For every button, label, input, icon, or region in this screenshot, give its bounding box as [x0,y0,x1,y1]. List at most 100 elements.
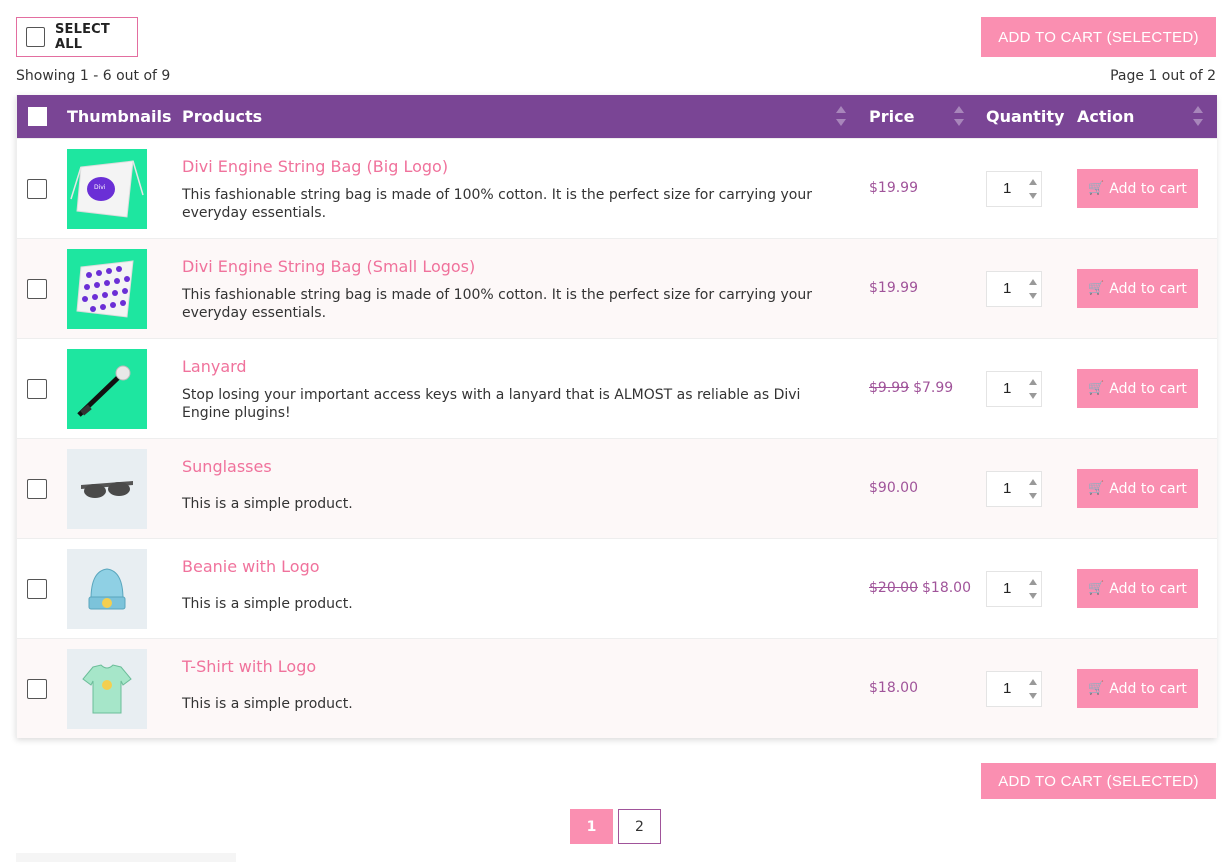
product-thumbnail[interactable] [67,349,147,429]
product-description: This is a simple product. [182,696,353,712]
quantity-value: 1 [1003,280,1012,297]
table-row: Lanyard Stop losing your important acces… [17,338,1217,438]
spinner-icon[interactable] [1029,379,1037,399]
row-checkbox[interactable] [27,679,47,699]
sort-icon[interactable] [836,106,846,126]
product-thumbnail[interactable] [67,249,147,329]
add-to-cart-label: Add to cart [1109,280,1187,297]
price-current: $90.00 [869,480,918,496]
table-row: Divi Divi Engine String Bag (Big Logo) T… [17,138,1217,238]
cart-icon: 🛒 [1088,681,1105,696]
quantity-value: 1 [1003,380,1012,397]
add-to-cart-button[interactable]: 🛒 Add to cart [1077,269,1198,308]
header-action: Action [1077,107,1135,126]
spinner-icon[interactable] [1029,579,1037,599]
cart-icon: 🛒 [1088,181,1105,196]
product-description: This fashionable string bag is made of 1… [182,287,812,321]
add-to-cart-label: Add to cart [1109,680,1187,697]
spinner-icon[interactable] [1029,479,1037,499]
sort-icon[interactable] [954,106,964,126]
price-current: $7.99 [913,380,954,396]
product-description: This is a simple product. [182,496,353,512]
select-all-toggle[interactable]: SELECT ALL [16,17,138,57]
product-price: $90.00 [869,480,918,496]
quantity-value: 1 [1003,480,1012,497]
footer-strip [16,853,236,862]
header-thumbnails: Thumbnails [67,107,172,126]
product-name-link[interactable]: Divi Engine String Bag (Small Logos) [182,257,475,276]
products-table: Thumbnails Products Price Quantity Actio… [16,95,1217,738]
table-header: Thumbnails Products Price Quantity Actio… [17,95,1217,138]
product-name-link[interactable]: Lanyard [182,357,247,376]
product-name-link[interactable]: Divi Engine String Bag (Big Logo) [182,157,448,176]
quantity-value: 1 [1003,580,1012,597]
add-to-cart-button[interactable]: 🛒 Add to cart [1077,169,1198,208]
table-row: Beanie with Logo This is a simple produc… [17,538,1217,638]
add-to-cart-button[interactable]: 🛒 Add to cart [1077,369,1198,408]
spinner-icon[interactable] [1029,679,1037,699]
row-checkbox[interactable] [27,479,47,499]
top-controls: SELECT ALL ADD TO CART (SELECTED) [16,17,1216,57]
header-products[interactable]: Products [182,95,262,138]
add-selected-to-cart-button-bottom[interactable]: ADD TO CART (SELECTED) [981,763,1216,799]
product-description: This is a simple product. [182,596,353,612]
select-all-label: SELECT ALL [54,22,110,52]
quantity-stepper[interactable]: 1 [986,671,1042,707]
quantity-stepper[interactable]: 1 [986,471,1042,507]
results-info: Showing 1 - 6 out of 9 Page 1 out of 2 [16,68,1216,86]
add-to-cart-label: Add to cart [1109,380,1187,397]
cart-icon: 🛒 [1088,481,1105,496]
product-name-link[interactable]: Beanie with Logo [182,557,320,576]
product-price: $9.99 $7.99 [869,380,953,396]
product-name-link[interactable]: Sunglasses [182,457,272,476]
product-name-link[interactable]: T-Shirt with Logo [182,657,316,676]
add-to-cart-button[interactable]: 🛒 Add to cart [1077,469,1198,508]
page-button-2[interactable]: 2 [618,809,661,844]
add-to-cart-button[interactable]: 🛒 Add to cart [1077,569,1198,608]
cart-icon: 🛒 [1088,281,1105,296]
price-current: $18.00 [922,580,971,596]
product-thumbnail[interactable]: Divi [67,149,147,229]
page-indicator: Page 1 out of 2 [1110,68,1216,84]
add-to-cart-label: Add to cart [1109,580,1187,597]
quantity-stepper[interactable]: 1 [986,571,1042,607]
row-checkbox[interactable] [27,379,47,399]
select-all-checkbox[interactable] [26,27,45,47]
pagination: 1 2 [570,809,661,844]
add-selected-to-cart-button[interactable]: ADD TO CART (SELECTED) [981,17,1216,57]
price-current: $18.00 [869,680,918,696]
svg-text:Divi: Divi [94,184,106,191]
sort-icon[interactable] [1193,106,1203,126]
header-select-checkbox[interactable] [28,107,47,126]
page-button-1[interactable]: 1 [570,809,613,844]
spinner-icon[interactable] [1029,279,1037,299]
spinner-icon[interactable] [1029,179,1037,199]
quantity-value: 1 [1003,680,1012,697]
price-original: $20.00 [869,580,918,596]
row-checkbox[interactable] [27,179,47,199]
cart-icon: 🛒 [1088,381,1105,396]
product-thumbnail[interactable] [67,549,147,629]
product-price: $20.00 $18.00 [869,580,971,596]
add-to-cart-label: Add to cart [1109,180,1187,197]
header-price[interactable]: Price [869,95,914,138]
product-thumbnail[interactable] [67,449,147,529]
price-original: $9.99 [869,380,910,396]
product-price: $18.00 [869,680,918,696]
add-to-cart-label: Add to cart [1109,480,1187,497]
price-current: $19.99 [869,280,918,296]
quantity-stepper[interactable]: 1 [986,171,1042,207]
product-thumbnail[interactable] [67,649,147,729]
showing-count: Showing 1 - 6 out of 9 [16,68,171,84]
quantity-stepper[interactable]: 1 [986,271,1042,307]
price-current: $19.99 [869,180,918,196]
table-row: Divi Engine String Bag (Small Logos) Thi… [17,238,1217,338]
product-description: This fashionable string bag is made of 1… [182,187,812,221]
add-to-cart-button[interactable]: 🛒 Add to cart [1077,669,1198,708]
row-checkbox[interactable] [27,579,47,599]
quantity-stepper[interactable]: 1 [986,371,1042,407]
header-quantity: Quantity [986,107,1065,126]
table-row: Sunglasses This is a simple product. $90… [17,438,1217,538]
product-description: Stop losing your important access keys w… [182,387,801,421]
row-checkbox[interactable] [27,279,47,299]
